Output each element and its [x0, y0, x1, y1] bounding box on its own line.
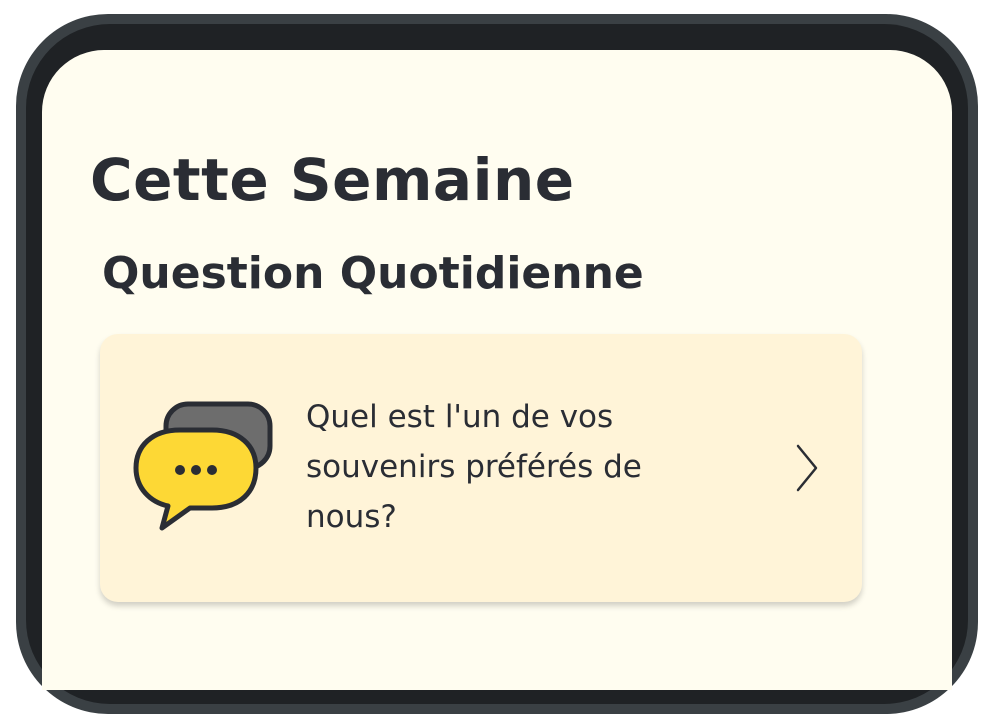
section-title-daily-question: Question Quotidienne	[102, 248, 644, 299]
app-screen: Cette Semaine Question Quotidienne Quel …	[42, 50, 952, 690]
chat-bubbles-icon	[133, 401, 273, 531]
chevron-right-icon[interactable]	[792, 440, 822, 496]
page-title: Cette Semaine	[90, 146, 575, 214]
daily-question-text: Quel est l'un de vos souvenirs préférés …	[306, 399, 642, 535]
daily-question-card[interactable]: Quel est l'un de vos souvenirs préférés …	[100, 334, 862, 602]
